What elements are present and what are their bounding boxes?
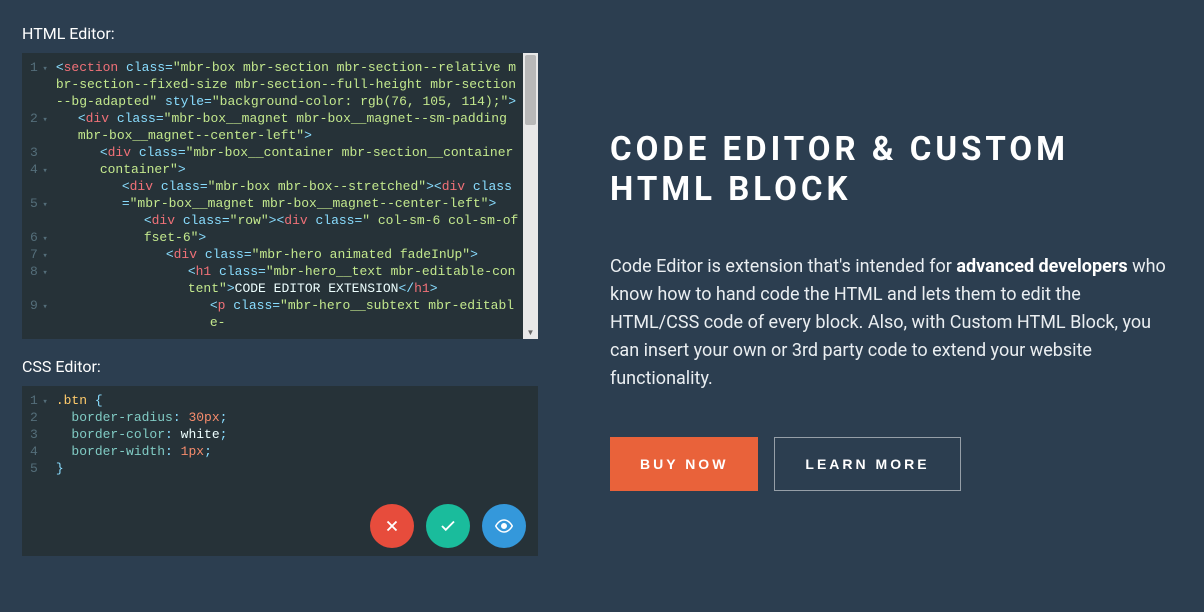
editor-action-row [370, 494, 532, 548]
preview-button[interactable] [482, 504, 526, 548]
button-row: BUY NOW LEARN MORE [610, 437, 1174, 491]
accept-button[interactable] [426, 504, 470, 548]
scroll-down-icon[interactable]: ▼ [523, 325, 538, 339]
css-code-area[interactable]: 1▾2 3 4 5 .btn { border-radius: 30px; bo… [22, 386, 538, 556]
html-scrollbar[interactable]: ▲ ▼ [523, 53, 538, 339]
css-gutter: 1▾2 3 4 5 [22, 386, 52, 556]
cancel-button[interactable] [370, 504, 414, 548]
buy-now-button[interactable]: BUY NOW [610, 437, 758, 491]
content-panel: CODE EDITOR & CUSTOM HTML BLOCK Code Edi… [560, 0, 1204, 612]
body-text: Code Editor is extension that's intended… [610, 253, 1170, 392]
css-editor-title: CSS Editor: [22, 357, 538, 376]
html-code-area[interactable]: 1▾ 2▾ 3 4▾ 5▾ 6▾7▾8▾ 9▾ <section class="… [22, 53, 538, 339]
html-editor-title: HTML Editor: [22, 24, 538, 43]
check-icon [439, 517, 457, 535]
body-bold: advanced developers [956, 256, 1127, 277]
page-heading: CODE EDITOR & CUSTOM HTML BLOCK [610, 130, 1174, 209]
html-code-body[interactable]: <section class="mbr-box mbr-section mbr-… [52, 53, 523, 339]
eye-icon [495, 517, 513, 535]
editor-panel: HTML Editor: 1▾ 2▾ 3 4▾ 5▾ 6▾7▾8▾ 9▾ <se… [0, 0, 560, 612]
scrollbar-thumb[interactable] [525, 55, 536, 125]
html-gutter: 1▾ 2▾ 3 4▾ 5▾ 6▾7▾8▾ 9▾ [22, 53, 52, 339]
body-prefix: Code Editor is extension that's intended… [610, 256, 956, 277]
learn-more-button[interactable]: LEARN MORE [774, 437, 960, 491]
close-icon [383, 517, 401, 535]
